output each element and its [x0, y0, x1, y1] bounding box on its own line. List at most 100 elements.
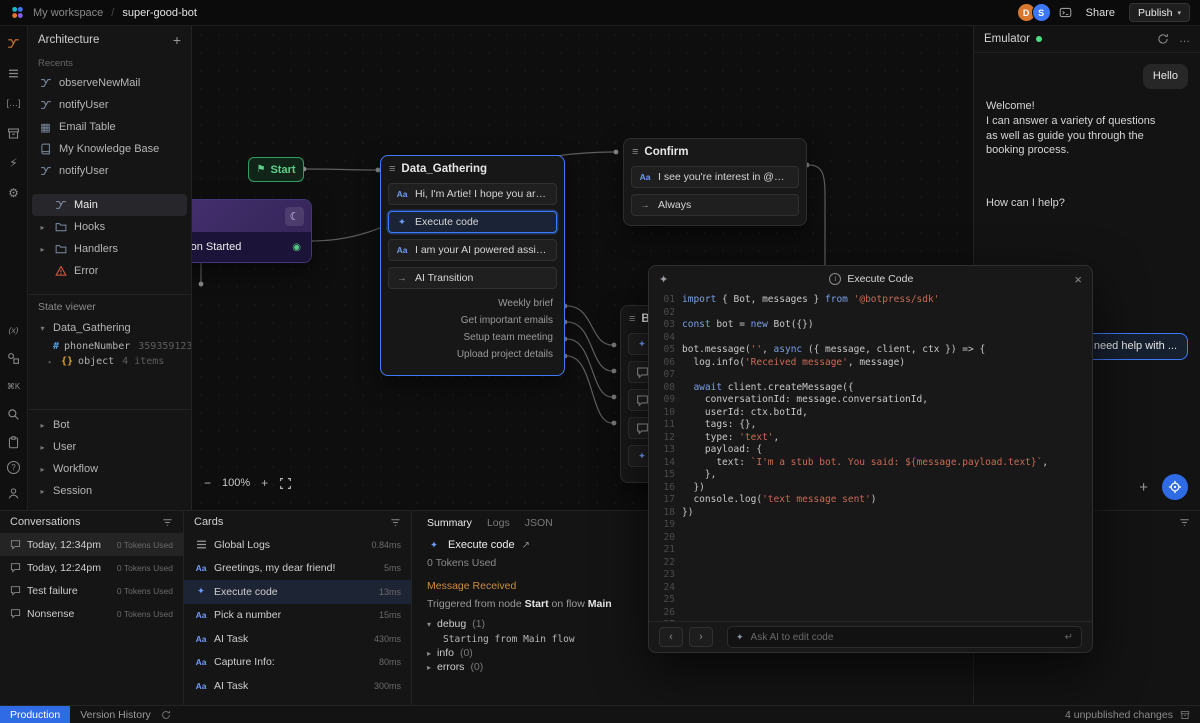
conversation-row[interactable]: Test failure 0 Tokens Used	[0, 579, 183, 602]
code-editor[interactable]: 01 02 03 04 05 06 07 08 09 10 11 12 13 1…	[649, 292, 1092, 621]
transition-row[interactable]: Get important emails	[381, 312, 564, 329]
tree-item[interactable]: Error	[32, 260, 187, 282]
architecture-icon[interactable]	[5, 34, 23, 52]
restart-conversation-icon[interactable]	[1157, 33, 1169, 45]
flow-card[interactable]: Aa I am your AI powered assistant	[388, 239, 557, 261]
transition-row[interactable]: Weekly brief	[381, 295, 564, 312]
recents-item[interactable]: notifyUser	[32, 94, 187, 116]
drag-handle-icon[interactable]: ≡	[632, 146, 638, 158]
card-log-row[interactable]: Aa AI Task 300ms	[184, 674, 411, 698]
flow-card[interactable]: → Always	[631, 194, 799, 216]
inspector-tab[interactable]: Summary	[427, 517, 472, 529]
filter-icon[interactable]	[1179, 517, 1190, 528]
locate-node-button[interactable]	[1162, 474, 1188, 500]
drag-handle-icon[interactable]: ≡	[629, 313, 635, 325]
history-icon[interactable]	[161, 710, 171, 720]
chat-console-icon[interactable]	[1059, 6, 1072, 19]
zoom-out-button[interactable]: −	[204, 476, 211, 490]
ask-ai-input[interactable]: ✦ Ask AI to edit code ↵	[727, 626, 1082, 648]
state-variable[interactable]: # phoneNumber 3593591234	[28, 339, 191, 354]
zoom-in-button[interactable]: +	[261, 476, 268, 490]
return-key-icon: ↵	[1065, 632, 1073, 643]
flow-card[interactable]: Aa I see you're interest in @workfl...	[631, 166, 799, 188]
tree-item[interactable]: ▸ Handlers	[32, 238, 187, 260]
help-icon[interactable]: ?	[7, 461, 20, 474]
previous-button[interactable]: ‹	[659, 627, 683, 647]
botpress-logo-icon[interactable]	[10, 5, 25, 20]
card-log-row[interactable]: Aa Greetings, my dear friend! 5ms	[184, 557, 411, 581]
breadcrumb-workspace[interactable]: My workspace	[33, 7, 103, 19]
node-conversation-started[interactable]: ☾ Conversation Started ◉	[192, 199, 312, 263]
state-group[interactable]: ▸ Bot	[32, 414, 187, 436]
bolt-icon[interactable]: ⚡	[5, 154, 23, 172]
chevron-right-icon: ▸	[38, 421, 47, 430]
inspector-tab[interactable]: Logs	[487, 517, 510, 529]
add-flow-button[interactable]: +	[173, 32, 181, 48]
transition-row[interactable]: Upload project details	[381, 346, 564, 363]
archive-icon[interactable]	[5, 124, 23, 142]
avatar[interactable]: S	[1032, 3, 1051, 22]
list-icon[interactable]	[5, 64, 23, 82]
open-in-editor-icon[interactable]: ↗	[522, 540, 530, 551]
recents-item[interactable]: observeNewMail	[32, 72, 187, 94]
state-group[interactable]: ▸ User	[32, 436, 187, 458]
cmdk-icon[interactable]: ⌘K	[5, 377, 23, 395]
conversation-row[interactable]: Nonsense 0 Tokens Used	[0, 602, 183, 625]
node-header[interactable]: ≡ Data_Gathering	[381, 156, 564, 181]
version-history-button[interactable]: Version History	[70, 709, 161, 721]
card-log-row[interactable]: ✦ Execute code 13ms	[184, 580, 411, 604]
moon-icon[interactable]: ☾	[285, 207, 304, 226]
breadcrumb-project[interactable]: super-good-bot	[122, 7, 197, 19]
recents-item[interactable]: ▦ Email Table	[32, 116, 187, 138]
sparkle-icon: ✦	[635, 339, 649, 350]
next-button[interactable]: ›	[689, 627, 713, 647]
recents-item[interactable]: notifyUser	[32, 160, 187, 182]
more-options-icon[interactable]: …	[1179, 33, 1190, 45]
card-log-row[interactable]: Aa AI Task 430ms	[184, 627, 411, 651]
card-log-row[interactable]: Global Logs 0.84ms	[184, 533, 411, 557]
tree-item[interactable]: ▸ Hooks	[32, 216, 187, 238]
state-groups: ▸ Bot ▸ User ▸ Workflow ▸ Session	[28, 409, 191, 510]
tree-item[interactable]: Main	[32, 194, 187, 216]
state-variable[interactable]: ▸ {} object 4 items	[28, 354, 191, 369]
publish-button[interactable]: Publish ▾	[1129, 3, 1190, 22]
conversation-row[interactable]: Today, 12:34pm 0 Tokens Used	[0, 533, 183, 556]
shapes-icon[interactable]	[5, 349, 23, 367]
brackets-icon[interactable]: […]	[5, 94, 23, 112]
card-log-label: AI Task	[214, 680, 368, 692]
card-log-row[interactable]: Aa Capture Info: 80ms	[184, 651, 411, 675]
attachment-button[interactable]: +	[1139, 479, 1148, 496]
production-toggle[interactable]: Production	[0, 706, 70, 723]
start-node[interactable]: ⚑ Start	[248, 157, 304, 182]
search-icon[interactable]	[5, 405, 23, 423]
recents-item[interactable]: My Knowledge Base	[32, 138, 187, 160]
clipboard-icon[interactable]	[5, 433, 23, 451]
fit-view-button[interactable]	[279, 477, 292, 490]
tokens-used: 0 Tokens Used	[117, 586, 173, 596]
conversation-row[interactable]: Today, 12:24pm 0 Tokens Used	[0, 556, 183, 579]
node-data-gathering[interactable]: ≡ Data_Gathering Aa Hi, I'm Artie! I hop…	[380, 155, 565, 376]
gear-icon[interactable]: ⚙	[5, 184, 23, 202]
share-button[interactable]: Share	[1080, 5, 1121, 21]
state-group[interactable]: ▸ Workflow	[32, 458, 187, 480]
transition-row[interactable]: Setup team meeting	[381, 329, 564, 346]
inspector-tab[interactable]: JSON	[525, 517, 553, 529]
filter-icon[interactable]	[162, 517, 173, 528]
trigger-body[interactable]: Conversation Started ◉	[192, 232, 311, 262]
node-header[interactable]: ≡ Confirm	[624, 139, 806, 164]
bubble-icon	[10, 539, 21, 550]
state-group[interactable]: ▸ Session	[32, 480, 187, 502]
code-lines[interactable]: import { Bot, messages } from '@botpress…	[682, 294, 1092, 621]
drag-handle-icon[interactable]: ≡	[389, 163, 395, 175]
person-icon[interactable]	[5, 484, 23, 502]
state-root[interactable]: ▾ Data_Gathering	[32, 317, 187, 339]
log-group-toggle[interactable]: errors (0)	[427, 661, 958, 673]
filter-icon[interactable]	[390, 517, 401, 528]
close-icon[interactable]: ×	[1074, 272, 1082, 287]
flow-card[interactable]: ✦ Execute code	[388, 211, 557, 233]
node-confirm[interactable]: ≡ Confirm Aa I see you're interest in @w…	[623, 138, 807, 226]
flow-card[interactable]: Aa Hi, I'm Artie! I hope you are havi...	[388, 183, 557, 205]
card-log-row[interactable]: Aa Pick a number 15ms	[184, 604, 411, 628]
flow-card[interactable]: → AI Transition	[388, 267, 557, 289]
varx-icon[interactable]: (x)	[5, 321, 23, 339]
